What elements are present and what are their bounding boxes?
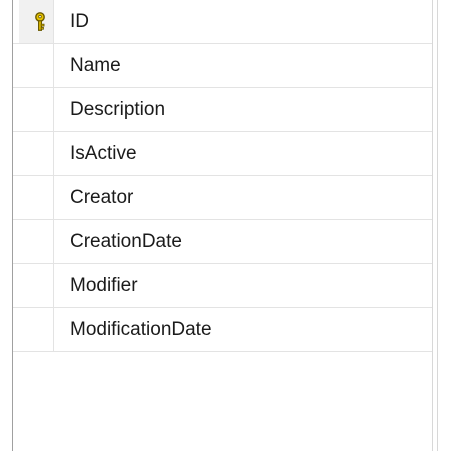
column-row-modifier[interactable]: Modifier: [13, 264, 432, 308]
column-row-creationdate[interactable]: CreationDate: [13, 220, 432, 264]
row-separator: [53, 132, 54, 176]
row-separator: [53, 264, 54, 308]
scroll-gutter-edge: [437, 0, 438, 451]
row-separator: [53, 176, 54, 220]
empty-column-area: [13, 366, 432, 451]
column-name: Name: [70, 55, 121, 76]
column-name: Creator: [70, 187, 134, 208]
column-row-creator[interactable]: Creator: [13, 176, 432, 220]
column-name: ID: [70, 11, 89, 32]
row-separator: [53, 88, 54, 132]
row-separator: [53, 0, 54, 44]
row-separator: [53, 44, 54, 88]
column-row-description[interactable]: Description: [13, 88, 432, 132]
row-separator: [53, 308, 54, 352]
column-list: ID Name Description IsActive Creator Cre…: [13, 0, 432, 352]
column-name: ModificationDate: [70, 319, 212, 340]
column-row-isactive[interactable]: IsActive: [13, 132, 432, 176]
row-separator: [53, 220, 54, 264]
column-row-modificationdate[interactable]: ModificationDate: [13, 308, 432, 352]
column-row-id[interactable]: ID: [13, 0, 432, 44]
column-name: Modifier: [70, 275, 138, 296]
primary-key-icon: [35, 12, 45, 31]
column-name: Description: [70, 99, 166, 120]
column-name: IsActive: [70, 143, 137, 164]
column-name: CreationDate: [70, 231, 182, 252]
table-designer-panel: ID Name Description IsActive Creator Cre…: [0, 0, 451, 451]
column-row-name[interactable]: Name: [13, 44, 432, 88]
